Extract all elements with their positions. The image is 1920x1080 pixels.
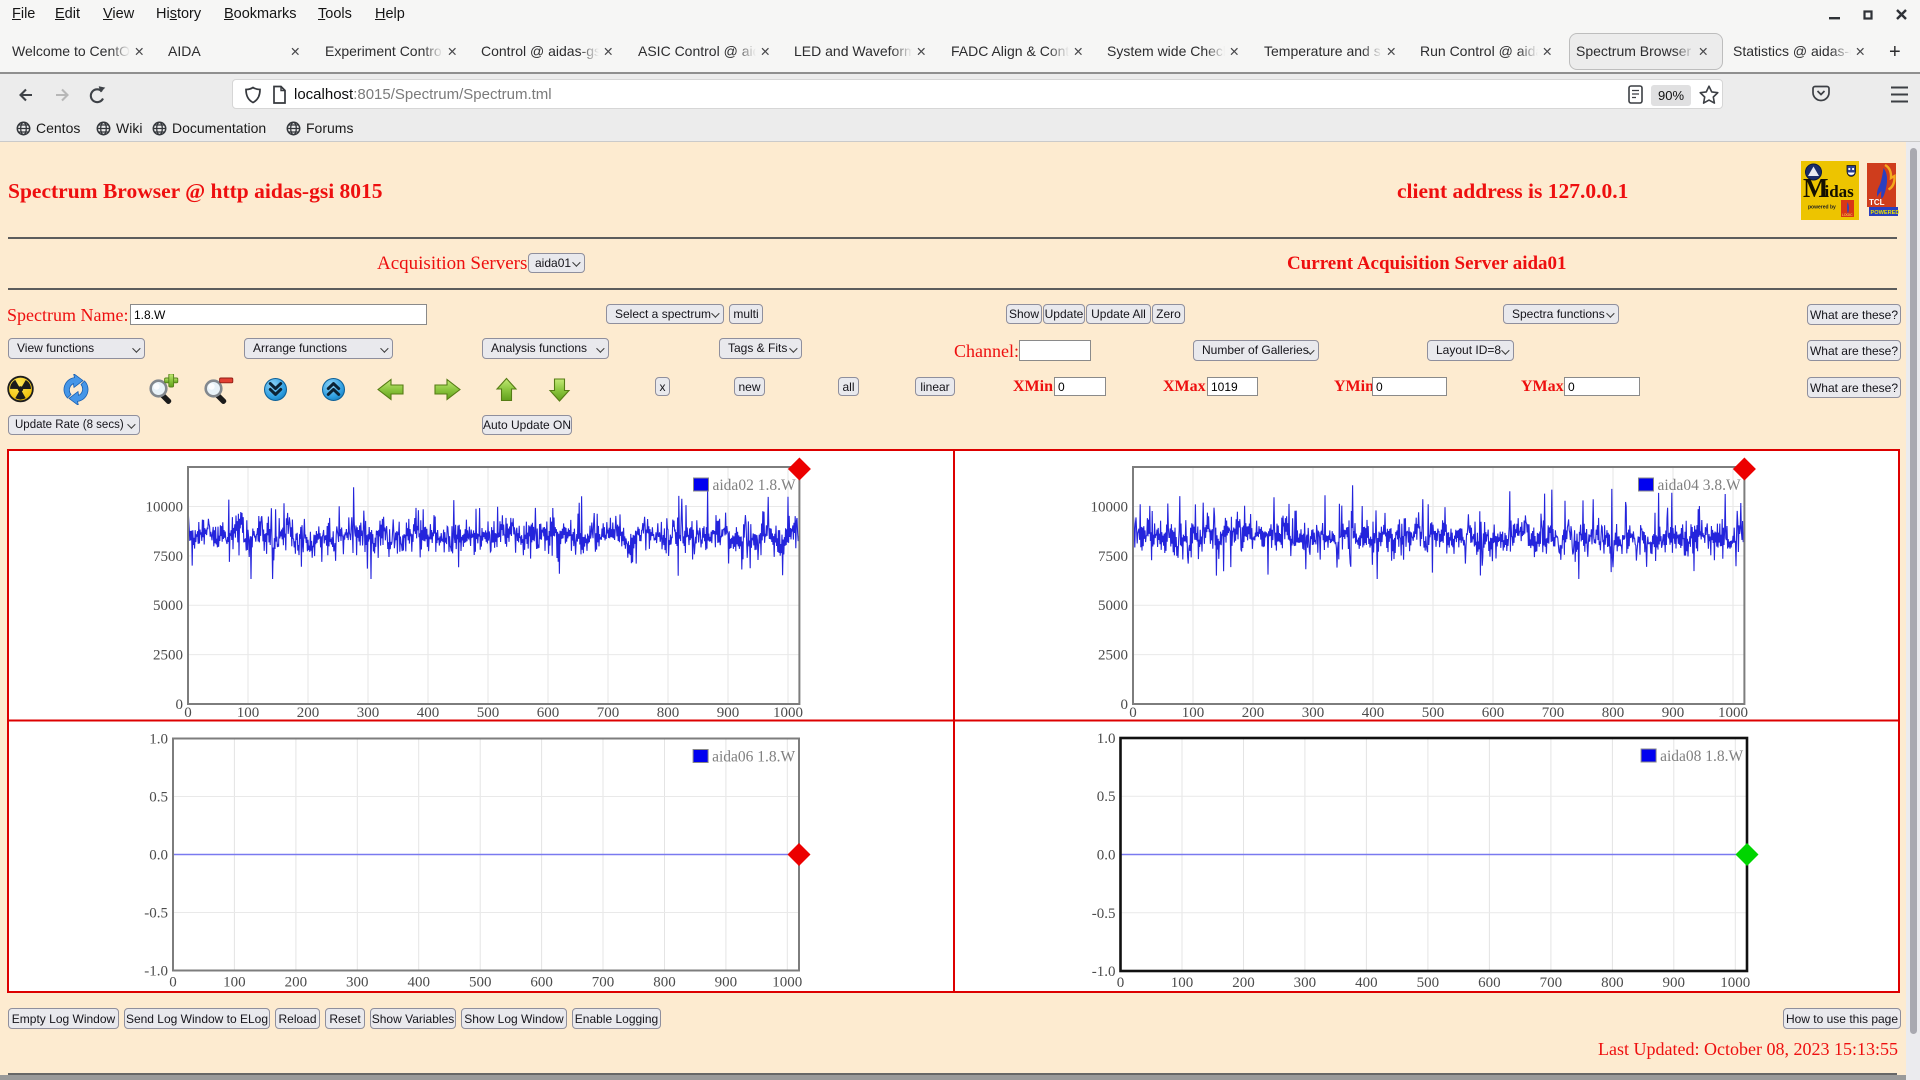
svg-text:500: 500	[477, 705, 500, 721]
svg-text:800: 800	[1601, 975, 1624, 991]
svg-text:0: 0	[1129, 705, 1137, 721]
svg-text:0: 0	[184, 705, 192, 721]
svg-text:200: 200	[285, 975, 308, 991]
svg-text:-1.0: -1.0	[1092, 964, 1116, 980]
svg-text:300: 300	[1302, 705, 1325, 721]
svg-text:400: 400	[1362, 705, 1385, 721]
svg-text:100: 100	[1171, 975, 1194, 991]
svg-text:10000: 10000	[146, 500, 184, 516]
svg-text:aida08 1.8.W: aida08 1.8.W	[1660, 748, 1743, 765]
svg-text:7500: 7500	[153, 549, 183, 565]
svg-text:300: 300	[357, 705, 380, 721]
svg-text:500: 500	[469, 975, 492, 991]
svg-text:100: 100	[237, 705, 260, 721]
svg-text:1.0: 1.0	[149, 732, 168, 748]
svg-text:700: 700	[597, 705, 620, 721]
svg-text:600: 600	[1482, 705, 1505, 721]
svg-text:700: 700	[592, 975, 615, 991]
svg-text:900: 900	[717, 705, 740, 721]
svg-text:600: 600	[1478, 975, 1501, 991]
svg-text:800: 800	[1602, 705, 1625, 721]
svg-text:-0.5: -0.5	[1092, 906, 1116, 922]
svg-text:aida06 1.8.W: aida06 1.8.W	[712, 749, 795, 766]
svg-text:100: 100	[223, 975, 246, 991]
svg-text:5000: 5000	[1098, 598, 1128, 614]
svg-text:100: 100	[1182, 705, 1205, 721]
svg-text:0: 0	[176, 697, 184, 713]
svg-text:aida04 3.8.W: aida04 3.8.W	[1658, 477, 1741, 494]
svg-text:900: 900	[1662, 705, 1685, 721]
svg-text:400: 400	[407, 975, 430, 991]
svg-text:0.0: 0.0	[149, 848, 168, 864]
svg-text:300: 300	[346, 975, 369, 991]
svg-text:400: 400	[417, 705, 440, 721]
svg-text:700: 700	[1542, 705, 1565, 721]
svg-text:0.5: 0.5	[1097, 789, 1116, 805]
svg-text:300: 300	[1294, 975, 1317, 991]
svg-text:600: 600	[530, 975, 553, 991]
svg-text:-0.5: -0.5	[144, 906, 168, 922]
svg-text:500: 500	[1417, 975, 1440, 991]
svg-text:0: 0	[1117, 975, 1125, 991]
svg-text:900: 900	[715, 975, 738, 991]
svg-text:400: 400	[1355, 975, 1378, 991]
svg-text:200: 200	[1242, 705, 1265, 721]
svg-text:700: 700	[1540, 975, 1563, 991]
svg-text:1000: 1000	[773, 705, 803, 721]
svg-text:2500: 2500	[153, 648, 183, 664]
svg-text:500: 500	[1422, 705, 1445, 721]
svg-text:0: 0	[169, 975, 177, 991]
svg-text:1000: 1000	[1720, 975, 1750, 991]
svg-text:10000: 10000	[1091, 500, 1129, 516]
svg-text:200: 200	[297, 705, 320, 721]
svg-text:800: 800	[657, 705, 680, 721]
svg-text:200: 200	[1232, 975, 1255, 991]
svg-text:aida02 1.8.W: aida02 1.8.W	[713, 477, 796, 494]
svg-text:1000: 1000	[772, 975, 802, 991]
svg-text:0: 0	[1121, 697, 1129, 713]
svg-text:0.0: 0.0	[1097, 848, 1116, 864]
svg-text:800: 800	[653, 975, 676, 991]
svg-text:2500: 2500	[1098, 648, 1128, 664]
svg-text:600: 600	[537, 705, 560, 721]
svg-text:7500: 7500	[1098, 549, 1128, 565]
svg-text:1.0: 1.0	[1097, 731, 1116, 747]
svg-text:-1.0: -1.0	[144, 964, 168, 980]
svg-text:0.5: 0.5	[149, 790, 168, 806]
svg-text:1000: 1000	[1718, 705, 1748, 721]
svg-text:5000: 5000	[153, 598, 183, 614]
svg-text:900: 900	[1663, 975, 1686, 991]
